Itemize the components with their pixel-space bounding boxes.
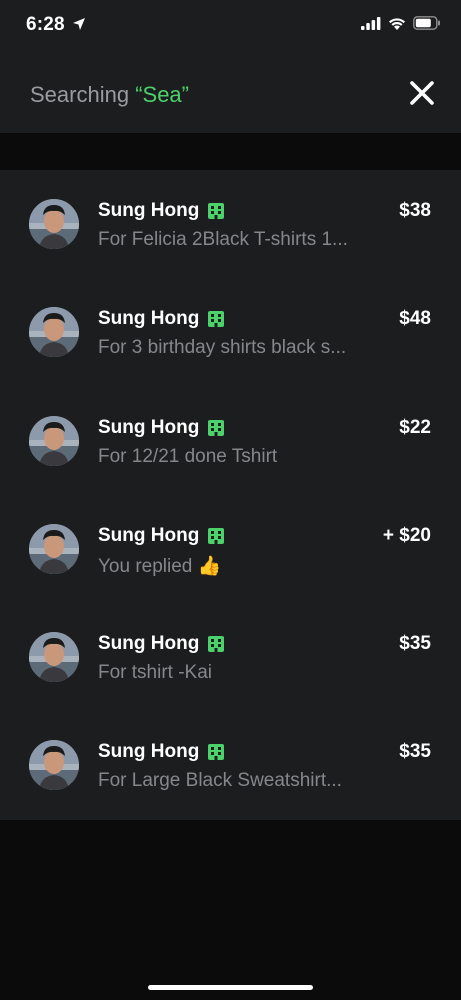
search-header: Searching “Sea”	[0, 56, 461, 133]
payee-name: Sung Hong	[98, 633, 200, 655]
payment-note: You replied 👍	[98, 555, 222, 577]
transaction-row[interactable]: Sung Hong $35 For tshirt -Kai	[0, 603, 461, 711]
payee-name-wrap: Sung Hong	[98, 741, 225, 763]
business-icon	[208, 419, 225, 436]
amount: $38	[399, 200, 431, 221]
avatar-photo	[29, 632, 79, 683]
avatar	[29, 415, 79, 466]
payee-name-wrap: Sung Hong	[98, 417, 225, 439]
amount: + $20	[382, 524, 431, 546]
payment-note: For tshirt -Kai	[98, 662, 213, 684]
business-icon	[208, 744, 225, 761]
home-indicator[interactable]	[148, 985, 313, 990]
amount: $22	[399, 416, 431, 438]
transaction-list: Sung Hong $38 For Felicia 2Black T-shirt…	[0, 170, 461, 820]
avatar	[29, 199, 79, 249]
payment-note: For 12/21 done Tshirt	[98, 445, 278, 467]
avatar	[29, 307, 79, 358]
avatar-photo	[29, 307, 79, 358]
transaction-row[interactable]: Sung Hong $38 For Felicia 2Black T-shirt…	[0, 170, 461, 278]
business-icon	[208, 203, 225, 219]
close-icon[interactable]	[409, 80, 435, 106]
payment-note: For Felicia 2Black T-shirts 1...	[98, 229, 348, 250]
business-icon	[208, 311, 225, 328]
wifi-icon	[389, 17, 405, 30]
avatar-photo	[29, 415, 79, 466]
transaction-row[interactable]: Sung Hong $35 For Large Black Sweatshirt…	[0, 711, 461, 819]
avatar	[29, 523, 79, 574]
payee-name: Sung Hong	[98, 308, 200, 330]
status-bar: 6:28	[0, 0, 461, 56]
location-arrow-icon	[73, 18, 86, 30]
search-prefix: Searching	[30, 82, 136, 107]
transaction-row[interactable]: Sung Hong + $20 You replied 👍	[0, 495, 461, 603]
payment-note: For Large Black Sweatshirt...	[98, 770, 342, 792]
payee-name-wrap: Sung Hong	[98, 525, 225, 547]
transaction-row[interactable]: Sung Hong $22 For 12/21 done Tshirt	[0, 387, 461, 495]
payee-name-wrap: Sung Hong	[98, 308, 225, 330]
screen: 6:28 Searching “Sea” Sung Hong $38 For F…	[0, 0, 461, 1000]
payee-name-wrap: Sung Hong	[98, 200, 225, 222]
avatar-photo	[29, 199, 79, 249]
search-status: Searching “Sea”	[30, 82, 189, 108]
avatar-photo	[29, 523, 79, 574]
transaction-row[interactable]: Sung Hong $48 For 3 birthday shirts blac…	[0, 278, 461, 386]
payee-name: Sung Hong	[98, 524, 200, 546]
avatar	[29, 632, 79, 683]
battery-icon	[413, 16, 440, 30]
amount: $35	[399, 633, 431, 655]
payee-name-wrap: Sung Hong	[98, 633, 225, 655]
search-query: “Sea”	[135, 82, 189, 107]
status-time: 6:28	[26, 14, 86, 36]
business-icon	[208, 527, 225, 544]
avatar-photo	[29, 740, 79, 791]
payee-name: Sung Hong	[98, 416, 200, 438]
amount: $48	[399, 308, 431, 330]
avatar	[29, 740, 79, 791]
payment-note: For 3 birthday shirts black s...	[98, 337, 347, 359]
payee-name: Sung Hong	[98, 741, 200, 763]
status-icons	[361, 16, 441, 30]
business-icon	[208, 636, 225, 653]
amount: $35	[399, 741, 431, 763]
status-time-text: 6:28	[26, 14, 65, 35]
payee-name: Sung Hong	[98, 200, 200, 221]
signal-icon	[361, 16, 381, 30]
